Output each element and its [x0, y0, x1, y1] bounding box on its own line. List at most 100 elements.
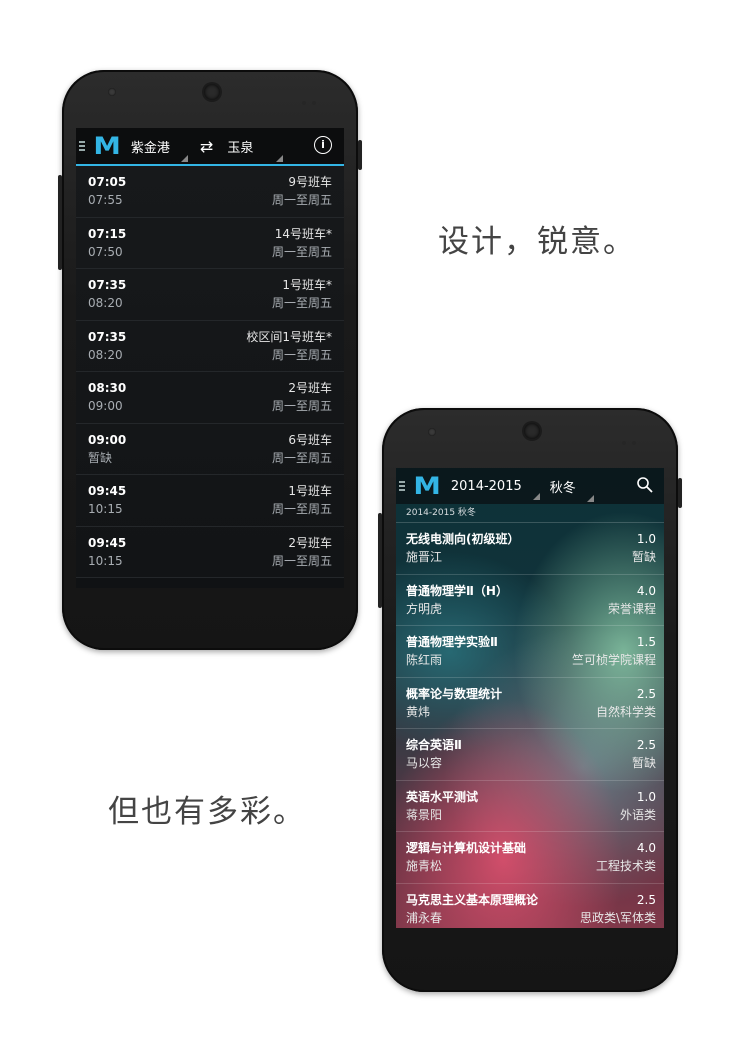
sensors — [622, 430, 644, 445]
list-item[interactable]: 马克思主义基本原理概论 浦永春 2.5 思政类\军体类 — [396, 884, 664, 929]
course-category: 竺可桢学院课程 — [571, 653, 656, 668]
teacher-name: 施青松 — [406, 859, 443, 874]
phone-1: M 紫金港 ⇄ 玉泉 i 07:05 07:55 9号班车周一至周五 07:15 0… — [58, 70, 362, 650]
course-category: 荣誉课程 — [607, 601, 656, 616]
course-category: 工程技术类 — [595, 859, 656, 874]
course-category: 暂缺 — [631, 756, 656, 771]
list-item[interactable]: 08:30 09:00 2号班车 周一至周五 — [76, 372, 344, 424]
bus-days: 周一至周五 — [271, 347, 332, 362]
bus-name: 2号班车 — [288, 535, 332, 550]
course-name: 普通物理学Ⅱ（H） — [406, 583, 508, 598]
teacher-name: 施晋江 — [406, 550, 443, 565]
depart-time: 07:05 — [88, 175, 127, 190]
bus-days: 周一至周五 — [271, 296, 332, 311]
teacher-name: 黄炜 — [406, 704, 431, 719]
arrive-time: 07:55 — [88, 193, 123, 208]
spinner-triangle-icon — [180, 154, 188, 162]
front-camera — [524, 423, 540, 439]
front-camera — [204, 84, 220, 100]
spinner-triangle-icon — [532, 492, 540, 500]
teacher-name: 蒋景阳 — [406, 807, 443, 822]
search-icon[interactable] — [636, 476, 654, 494]
list-item[interactable]: 综合英语Ⅱ 马以容 2.5 暂缺 — [396, 729, 664, 781]
menu-icon[interactable] — [399, 481, 409, 491]
term-subheader: 2014-2015 秋冬 — [396, 504, 664, 523]
list-item[interactable]: 07:35 08:20 1号班车* 周一至周五 — [76, 269, 344, 321]
to-stop-spinner[interactable]: 玉泉 — [227, 137, 284, 162]
app-logo-icon[interactable]: M — [413, 472, 440, 500]
headline-top: 设计，锐意。 — [438, 224, 636, 260]
course-category: 思政类\军体类 — [579, 910, 656, 925]
list-item[interactable]: 逻辑与计算机设计基础 施青松 4.0 工程技术类 — [396, 832, 664, 884]
bus-days: 周一至周五 — [271, 450, 332, 465]
teacher-name: 陈红雨 — [406, 653, 443, 668]
credit: 2.5 — [636, 738, 656, 753]
arrive-time: 09:00 — [88, 399, 123, 414]
credit: 4.0 — [636, 841, 656, 856]
action-bar: M 紫金港 ⇄ 玉泉 i — [76, 128, 344, 166]
list-item[interactable]: 07:05 07:55 9号班车 周一至周五 — [76, 166, 344, 218]
arrive-time: 暂缺 — [88, 450, 113, 465]
credit: 2.5 — [636, 892, 656, 907]
info-icon[interactable]: i — [314, 136, 332, 154]
app-logo-icon[interactable]: M — [93, 132, 120, 160]
power-button — [358, 140, 362, 170]
bus-name: 1号班车 — [288, 484, 332, 499]
teacher-name: 马以容 — [406, 756, 443, 771]
list-item[interactable]: 普通物理学实验Ⅱ 陈红雨 1.5 竺可桢学院课程 — [396, 626, 664, 678]
course-name: 英语水平测试 — [406, 789, 479, 804]
bus-name: 14号班车* — [274, 226, 332, 241]
course-category: 外语类 — [619, 807, 656, 822]
bus-name: 9号班车 — [288, 175, 332, 190]
bus-name: 6号班车 — [288, 432, 332, 447]
course-name: 逻辑与计算机设计基础 — [406, 841, 527, 856]
course-category: 自然科学类 — [595, 704, 656, 719]
list-item[interactable]: 09:45 10:15 1号班车 周一至周五 — [76, 475, 344, 527]
menu-icon[interactable] — [79, 141, 89, 151]
list-item[interactable]: 普通物理学Ⅱ（H） 方明虎 4.0 荣誉课程 — [396, 575, 664, 626]
credit: 2.5 — [636, 686, 656, 701]
bus-days: 周一至周五 — [271, 244, 332, 259]
earpiece — [428, 428, 436, 436]
depart-time: 07:35 — [88, 329, 127, 344]
credit: 1.0 — [636, 532, 656, 547]
term-spinner[interactable]: 秋冬 — [549, 477, 594, 502]
list-item[interactable]: 09:00 暂缺 6号班车周一至周五 — [76, 424, 344, 475]
to-stop-label: 玉泉 — [227, 140, 254, 156]
depart-time: 09:45 — [88, 535, 127, 550]
from-stop-spinner[interactable]: 紫金港 — [131, 137, 188, 162]
schedule-list: 07:05 07:55 9号班车 周一至周五 07:15 07:50 14号班车* 周一… — [76, 166, 344, 578]
screen-2: M 2014-2015 秋冬 2014-2015 秋冬 无线电测向(初级班） 施晋… — [396, 468, 664, 928]
term-label: 秋冬 — [549, 480, 576, 496]
arrive-time: 10:15 — [88, 502, 123, 517]
spinner-triangle-icon — [276, 154, 284, 162]
volume-button — [58, 175, 62, 270]
bus-name: 2号班车 — [288, 381, 332, 396]
depart-time: 07:35 — [88, 278, 127, 293]
year-spinner[interactable]: 2014-2015 — [451, 479, 540, 500]
teacher-name: 浦永春 — [406, 910, 443, 925]
bus-days: 周一至周五 — [271, 553, 332, 568]
list-item[interactable]: 概率论与数理统计 黄炜 2.5 自然科学类 — [396, 678, 664, 729]
depart-time: 07:15 — [88, 226, 127, 241]
credit: 1.5 — [636, 635, 656, 650]
depart-time: 09:00 — [88, 432, 127, 447]
course-name: 马克思主义基本原理概论 — [406, 892, 539, 907]
sensors — [302, 90, 324, 105]
list-item[interactable]: 无线电测向(初级班） 施晋江 1.0 暂缺 — [396, 523, 664, 575]
list-item[interactable]: 英语水平测试 蒋景阳 1.0 外语类 — [396, 781, 664, 832]
spinner-triangle-icon — [586, 494, 594, 502]
volume-button — [378, 513, 382, 608]
list-item[interactable]: 09:45 10:15 2号班车周一至周五 — [76, 527, 344, 578]
credit: 1.0 — [636, 789, 656, 804]
earpiece — [108, 88, 116, 96]
swap-arrows-icon[interactable]: ⇄ — [200, 137, 213, 156]
arrive-time: 10:15 — [88, 553, 123, 568]
arrive-time: 08:20 — [88, 296, 123, 311]
phone-2: M 2014-2015 秋冬 2014-2015 秋冬 无线电测向(初级班） 施晋… — [378, 408, 682, 992]
course-name: 无线电测向(初级班） — [406, 532, 520, 547]
list-item[interactable]: 07:35 08:20 校区间1号班车* 周一至周五 — [76, 321, 344, 372]
course-name: 综合英语Ⅱ — [406, 738, 462, 753]
list-item[interactable]: 07:15 07:50 14号班车* 周一至周五 — [76, 218, 344, 269]
course-name: 普通物理学实验Ⅱ — [406, 635, 498, 650]
